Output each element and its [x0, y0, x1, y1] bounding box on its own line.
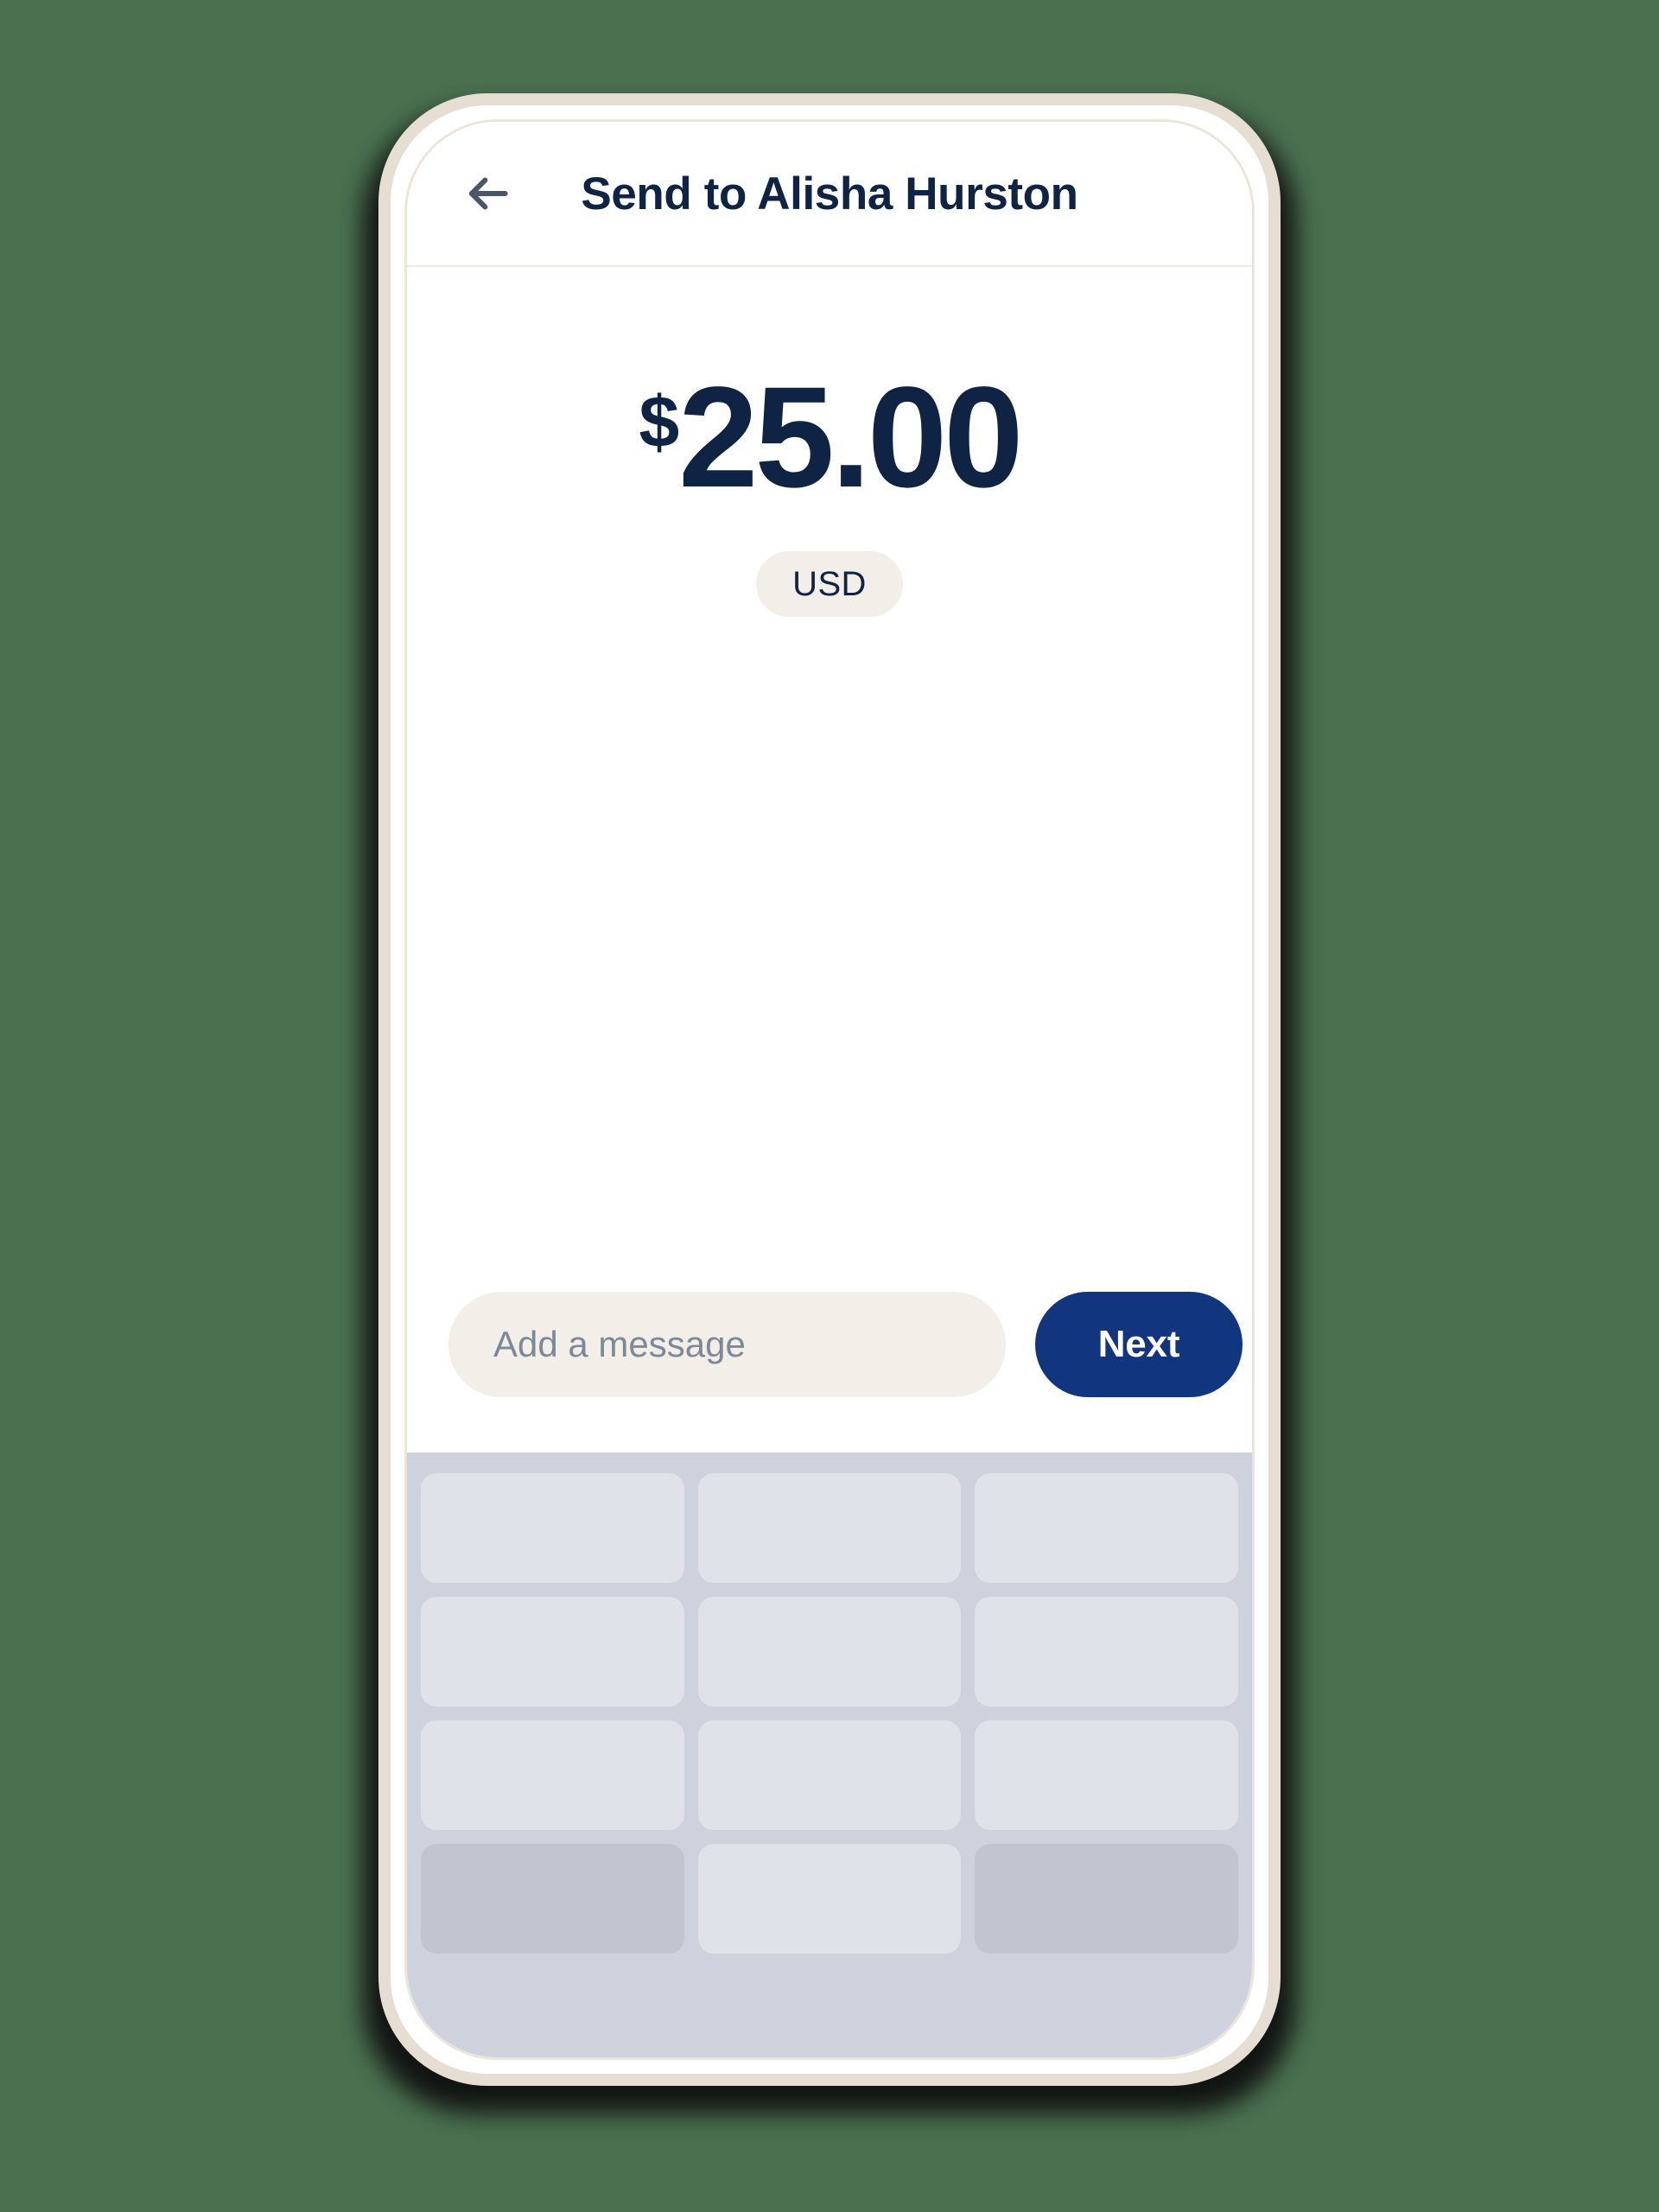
key-function-right[interactable] — [975, 1844, 1239, 1954]
currency-symbol: $ — [639, 381, 679, 462]
key-5[interactable] — [697, 1597, 962, 1707]
page-title: Send to Alisha Hurston — [581, 168, 1078, 219]
key-3[interactable] — [975, 1473, 1239, 1583]
currency-badge[interactable]: USD — [756, 551, 903, 617]
key-1[interactable] — [421, 1473, 684, 1583]
keyboard-row — [421, 1597, 1239, 1707]
app-header: Send to Alisha Hurston — [407, 122, 1252, 267]
compose-bar: Next — [407, 1292, 1252, 1452]
next-button[interactable]: Next — [1035, 1292, 1243, 1397]
keyboard-row — [421, 1720, 1239, 1830]
message-input[interactable] — [448, 1292, 1006, 1397]
amount-section: $ 25.00 USD — [407, 267, 1252, 1292]
amount-display[interactable]: $ 25.00 — [639, 358, 1023, 518]
key-7[interactable] — [421, 1720, 684, 1830]
key-4[interactable] — [421, 1597, 684, 1707]
key-0[interactable] — [697, 1844, 962, 1954]
key-function-left[interactable] — [421, 1844, 684, 1954]
key-6[interactable] — [975, 1597, 1239, 1707]
phone-screen: Send to Alisha Hurston $ 25.00 USD Next — [404, 119, 1255, 2060]
keyboard-row — [421, 1844, 1239, 1954]
amount-value: 25.00 — [678, 358, 1023, 518]
key-2[interactable] — [697, 1473, 962, 1583]
key-9[interactable] — [975, 1720, 1239, 1830]
phone-mockup: Send to Alisha Hurston $ 25.00 USD Next — [354, 93, 1305, 2115]
keyboard-row — [421, 1473, 1239, 1583]
key-8[interactable] — [697, 1720, 962, 1830]
phone-bezel: Send to Alisha Hurston $ 25.00 USD Next — [378, 93, 1281, 2086]
onscreen-keyboard — [407, 1452, 1252, 2057]
back-button[interactable] — [455, 162, 519, 226]
arrow-left-icon — [461, 167, 514, 220]
